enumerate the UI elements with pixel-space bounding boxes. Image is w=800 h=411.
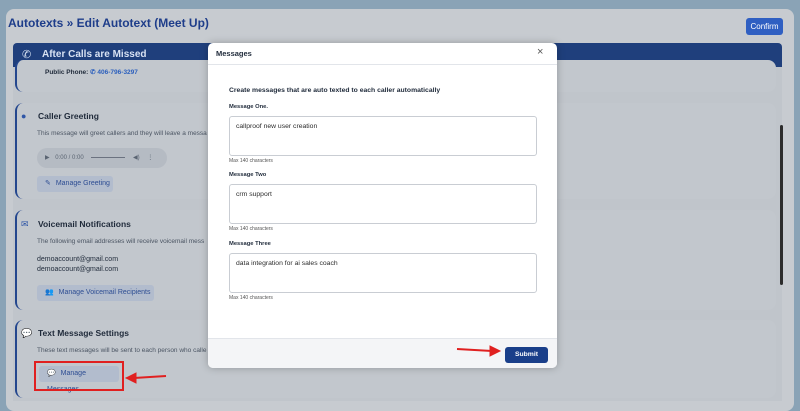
volume-icon[interactable]: ◀) <box>133 155 140 161</box>
modal-header: Messages × <box>208 43 557 65</box>
message-three-label: Message Three <box>229 241 271 247</box>
close-icon[interactable]: × <box>537 46 543 58</box>
message-one-label: Message One. <box>229 104 268 110</box>
text-settings-title: Text Message Settings <box>38 328 130 338</box>
microphone-icon: ● <box>21 111 27 121</box>
voicemail-description: The following email addresses will recei… <box>37 238 205 245</box>
section-title: After Calls are Missed <box>42 49 147 60</box>
manage-greeting-button[interactable]: ✎ Manage Greeting <box>37 176 113 192</box>
manage-voicemail-recipients-button[interactable]: 👥 Manage Voicemail Recipients <box>37 285 154 301</box>
audio-progress[interactable] <box>91 156 126 158</box>
message-one-hint: Max 140 characters <box>229 158 273 164</box>
annotation-highlight-box <box>34 361 124 391</box>
messages-modal: Messages × Create messages that are auto… <box>208 43 557 368</box>
page-title: Autotexts » Edit Autotext (Meet Up) <box>8 16 209 30</box>
voicemail-email-list: demoaccount@gmail.com demoaccount@gmail.… <box>37 255 118 274</box>
manage-voicemail-label: Manage Voicemail Recipients <box>58 289 151 296</box>
audio-time: 0:00 / 0:00 <box>55 155 84 161</box>
message-two-hint: Max 140 characters <box>229 226 273 232</box>
modal-intro: Create messages that are auto texted to … <box>229 87 441 94</box>
voicemail-title: Voicemail Notifications <box>38 219 131 229</box>
email-item: demoaccount@gmail.com <box>37 265 119 273</box>
submit-button[interactable]: Submit <box>505 347 548 363</box>
scrollbar[interactable] <box>780 125 783 285</box>
users-icon: 👥 <box>45 289 54 296</box>
envelope-icon: ✉ <box>21 219 29 229</box>
message-two-label: Message Two <box>229 172 267 178</box>
manage-greeting-label: Manage Greeting <box>55 180 110 187</box>
chat-icon: 💬 <box>21 328 33 338</box>
public-phone-label: Public Phone: <box>45 69 89 76</box>
play-icon[interactable]: ▶ <box>45 155 50 161</box>
audio-player[interactable]: ▶ 0:00 / 0:00 ◀) ⋮ <box>37 148 167 168</box>
message-three-hint: Max 140 characters <box>229 295 273 301</box>
edit-icon: ✎ <box>45 180 51 187</box>
message-three-input[interactable]: data integration for ai sales coach <box>229 253 537 293</box>
message-two-input[interactable]: crm support <box>229 184 537 224</box>
more-options-icon[interactable]: ⋮ <box>147 155 153 161</box>
message-one-input[interactable]: callproof new user creation <box>229 116 537 156</box>
text-settings-description: These text messages will be sent to each… <box>37 347 207 354</box>
phone-icon: ✆ <box>90 69 96 76</box>
confirm-button[interactable]: Confirm <box>746 18 783 35</box>
public-phone-row: Public Phone: ✆ 406-796-3297 <box>45 68 138 76</box>
caller-greeting-description: This message will greet callers and they… <box>37 130 207 137</box>
caller-greeting-title: Caller Greeting <box>38 111 99 121</box>
modal-title: Messages <box>216 49 252 58</box>
email-item: demoaccount@gmail.com <box>37 256 119 263</box>
public-phone-number[interactable]: 406-796-3297 <box>97 69 137 76</box>
